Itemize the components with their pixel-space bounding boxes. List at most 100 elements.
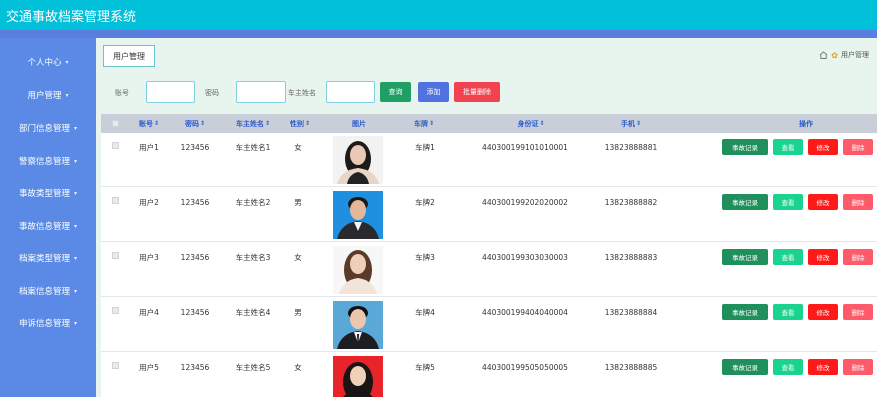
sidebar-item-label: 事故类型管理 — [18, 189, 70, 199]
sidebar-item-users[interactable]: 用户管理 ▾ — [0, 84, 96, 106]
accident-record-button[interactable]: 事故记录 — [722, 194, 768, 210]
query-button[interactable]: 查询 — [380, 82, 411, 102]
row-checkbox[interactable] — [112, 252, 119, 259]
cell-idcard: 440300199505050005 — [482, 362, 568, 372]
owner-input[interactable] — [326, 81, 375, 103]
header-gender[interactable]: 性别 ⇕ — [285, 114, 315, 133]
cell-gender: 女 — [294, 252, 302, 262]
header-label: 性别 — [289, 119, 304, 128]
select-all-checkbox[interactable] — [112, 120, 119, 127]
cell-account: 用户5 — [139, 362, 159, 372]
header-account[interactable]: 账号 ⇕ — [131, 114, 167, 133]
row-checkbox[interactable] — [112, 197, 119, 204]
cell-idcard: 440300199303030003 — [482, 252, 568, 262]
breadcrumb: ✿ 用户管理 — [819, 50, 869, 60]
accident-record-button[interactable]: 事故记录 — [722, 304, 768, 320]
chevron-down-icon: ▾ — [65, 58, 69, 66]
app-title: 交通事故档案管理系统 — [6, 10, 137, 25]
edit-button[interactable]: 修改 — [808, 304, 838, 320]
view-button[interactable]: 查看 — [773, 139, 803, 155]
cell-account: 用户3 — [139, 252, 159, 262]
header-phone[interactable]: 手机 ⇕ — [611, 114, 651, 133]
user-photo[interactable] — [333, 191, 383, 239]
sidebar-item-accidents[interactable]: 事故信息管理 ▾ — [0, 215, 96, 237]
chevron-down-icon: ▾ — [74, 287, 78, 295]
table-row: 用户3 123456 车主姓名3 女 车牌3 44030019930303000… — [101, 243, 877, 297]
row-checkbox[interactable] — [112, 307, 119, 314]
header-plate[interactable]: 车牌 ⇕ — [406, 114, 442, 133]
cell-idcard: 440300199202020002 — [482, 197, 568, 207]
star-icon: ✿ — [831, 50, 838, 60]
sidebar-item-label: 档案类型管理 — [18, 254, 70, 264]
cell-gender: 男 — [294, 307, 302, 317]
accident-record-button[interactable]: 事故记录 — [722, 139, 768, 155]
accent-strip — [0, 30, 877, 38]
delete-button[interactable]: 删除 — [843, 249, 873, 265]
sort-icon: ⇕ — [199, 120, 206, 127]
top-bar: 交通事故档案管理系统 — [0, 0, 877, 30]
user-photo[interactable] — [333, 246, 383, 294]
cell-password: 123456 — [180, 252, 210, 262]
password-input[interactable] — [236, 81, 286, 103]
view-button[interactable]: 查看 — [773, 249, 803, 265]
accident-record-button[interactable]: 事故记录 — [722, 359, 768, 375]
cell-owner: 车主姓名2 — [235, 197, 271, 207]
view-button[interactable]: 查看 — [773, 194, 803, 210]
sidebar-item-label: 用户管理 — [27, 91, 62, 101]
header-label: 手机 — [620, 119, 635, 128]
delete-button[interactable]: 删除 — [843, 139, 873, 155]
sidebar: 个人中心 ▾ 用户管理 ▾ 部门信息管理 ▾ 警察信息管理 ▾ 事故类型管理 ▾ 事故信息… — [0, 38, 96, 397]
edit-button[interactable]: 修改 — [808, 359, 838, 375]
user-photo[interactable] — [333, 301, 383, 349]
password-label: 密码 — [205, 89, 219, 97]
sidebar-item-accident-types[interactable]: 事故类型管理 ▾ — [0, 182, 96, 204]
cell-phone: 13823888882 — [604, 197, 658, 207]
delete-button[interactable]: 删除 — [843, 194, 873, 210]
table-row: 用户2 123456 车主姓名2 男 车牌2 44030019920202000… — [101, 188, 877, 242]
sidebar-item-label: 个人中心 — [27, 58, 62, 68]
cell-idcard: 440300199404040004 — [482, 307, 568, 317]
header-label: 车主姓名 — [235, 119, 264, 128]
batch-delete-button[interactable]: 批量删除 — [454, 82, 500, 102]
accident-record-button[interactable]: 事故记录 — [722, 249, 768, 265]
sidebar-item-archive-types[interactable]: 档案类型管理 ▾ — [0, 247, 96, 269]
table-header: 账号 ⇕ 密码 ⇕ 车主姓名 ⇕ 性别 ⇕ 图片 车牌 ⇕ 身份证 ⇕ 手机 ⇕ 操作 — [101, 114, 877, 133]
sidebar-item-label: 部门信息管理 — [18, 124, 70, 134]
account-input[interactable] — [146, 81, 195, 103]
header-label: 账号 — [138, 119, 153, 128]
sidebar-item-appeals[interactable]: 申诉信息管理 ▾ — [0, 312, 96, 334]
edit-button[interactable]: 修改 — [808, 194, 838, 210]
cell-password: 123456 — [180, 307, 210, 317]
chevron-down-icon: ▾ — [74, 189, 78, 197]
home-icon[interactable] — [819, 51, 828, 59]
header-owner[interactable]: 车主姓名 ⇕ — [229, 114, 277, 133]
chevron-down-icon: ▾ — [74, 254, 78, 262]
cell-gender: 男 — [294, 197, 302, 207]
sidebar-item-police[interactable]: 警察信息管理 ▾ — [0, 150, 96, 172]
account-label: 账号 — [115, 89, 129, 97]
row-checkbox[interactable] — [112, 362, 119, 369]
cell-idcard: 440300199101010001 — [482, 142, 568, 152]
sidebar-item-label: 申诉信息管理 — [18, 319, 70, 329]
user-photo[interactable] — [333, 356, 383, 397]
edit-button[interactable]: 修改 — [808, 139, 838, 155]
delete-button[interactable]: 删除 — [843, 359, 873, 375]
row-checkbox[interactable] — [112, 142, 119, 149]
tab-users[interactable]: 用户管理 — [103, 45, 155, 67]
header-password[interactable]: 密码 ⇕ — [177, 114, 213, 133]
header-idcard[interactable]: 身份证 ⇕ — [491, 114, 571, 133]
sort-icon: ⇕ — [153, 120, 160, 127]
add-button[interactable]: 添加 — [418, 82, 449, 102]
sidebar-item-profile[interactable]: 个人中心 ▾ — [0, 51, 96, 73]
cell-password: 123456 — [180, 197, 210, 207]
edit-button[interactable]: 修改 — [808, 249, 838, 265]
user-photo[interactable] — [333, 136, 383, 184]
sidebar-item-archives[interactable]: 档案信息管理 ▾ — [0, 280, 96, 302]
delete-button[interactable]: 删除 — [843, 304, 873, 320]
user-table: 账号 ⇕ 密码 ⇕ 车主姓名 ⇕ 性别 ⇕ 图片 车牌 ⇕ 身份证 ⇕ 手机 ⇕ 操作 用户1… — [101, 114, 877, 397]
view-button[interactable]: 查看 — [773, 359, 803, 375]
view-button[interactable]: 查看 — [773, 304, 803, 320]
cell-password: 123456 — [180, 142, 210, 152]
sidebar-item-departments[interactable]: 部门信息管理 ▾ — [0, 117, 96, 139]
chevron-down-icon: ▾ — [74, 222, 78, 230]
